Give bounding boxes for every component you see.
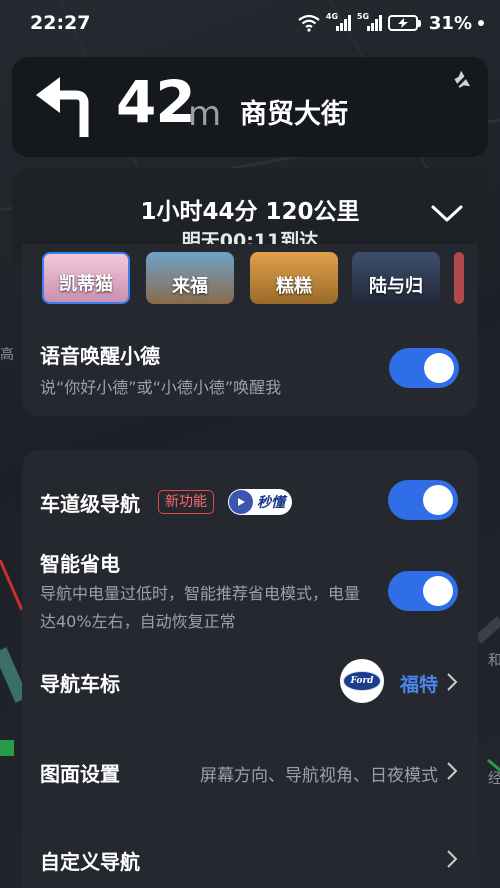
turn-instruction-card[interactable]: 42 m 商贸大街 — [12, 57, 488, 157]
turn-distance: 42 — [116, 68, 196, 136]
voice-pack-item[interactable]: 陆与归 — [352, 252, 440, 304]
quick-guide-badge[interactable]: 秒懂 — [228, 489, 292, 515]
street-name: 商贸大街 — [240, 99, 348, 130]
new-feature-badge: 新功能 — [158, 490, 214, 514]
power-save-title: 智能省电 — [40, 552, 120, 576]
battery-percent: 31% — [428, 12, 472, 34]
voice-broadcast-icon[interactable] — [452, 69, 474, 91]
voice-pack-item[interactable] — [454, 252, 464, 304]
chevron-right-icon[interactable] — [446, 672, 458, 692]
map-label: 和 — [488, 653, 500, 669]
custom-nav-title[interactable]: 自定义导航 — [40, 846, 140, 875]
power-save-toggle[interactable] — [388, 571, 458, 611]
map-label: 经 — [488, 771, 500, 787]
play-icon — [229, 490, 253, 514]
wifi-icon — [298, 14, 320, 32]
navigation-settings-card: 车道级导航 新功能 秒懂 智能省电 导航中电量过低时，智能推荐省电模式，电量达4… — [22, 450, 478, 888]
status-time: 22:27 — [30, 12, 91, 34]
status-icons: 4G 5G 31% — [298, 11, 484, 35]
lane-nav-title: 车道级导航 — [40, 492, 140, 516]
cellular-signal-icon: 4G — [326, 12, 351, 31]
chevron-down-icon[interactable] — [430, 204, 464, 224]
voice-wake-hint: 说“你好小德”或“小德小德”唤醒我 — [40, 378, 282, 397]
battery-icon — [387, 15, 421, 31]
car-icon-value[interactable]: 福特 — [400, 670, 438, 697]
voice-wake-title: 语音唤醒小德 — [40, 344, 160, 368]
turn-left-icon — [36, 77, 89, 137]
power-save-desc: 导航中电量过低时，智能推荐省电模式，电量达40%左右，自动恢复正常 — [40, 584, 361, 631]
trip-duration-distance: 1小时44分 120公里 — [140, 199, 360, 225]
distance-unit: m — [188, 94, 222, 134]
display-settings-value[interactable]: 屏幕方向、导航视角、日夜模式 — [200, 761, 438, 786]
voice-wake-toggle[interactable] — [389, 348, 459, 388]
chevron-right-icon[interactable] — [446, 849, 458, 869]
voice-settings-card: 凯蒂猫 来福 糕糕 陆与归 语音唤醒小德 说“你好小德”或“小德小德”唤醒我 — [22, 244, 478, 416]
chevron-right-icon[interactable] — [446, 761, 458, 781]
lane-nav-toggle[interactable] — [388, 480, 458, 520]
voice-pack-item[interactable]: 来福 — [146, 252, 234, 304]
car-icon-title: 导航车标 — [40, 672, 120, 696]
status-bar: 22:27 4G 5G 31% — [0, 0, 500, 46]
notification-dot-icon — [478, 20, 484, 26]
ford-logo: Ford — [340, 659, 384, 703]
display-settings-title: 图面设置 — [40, 762, 120, 786]
charging-bolt-icon — [397, 18, 408, 28]
map-label: 高 — [0, 347, 14, 363]
voice-pack-item[interactable]: 糕糕 — [250, 252, 338, 304]
voice-pack-item[interactable]: 凯蒂猫 — [42, 252, 130, 304]
cellular-signal-icon: 5G — [357, 12, 382, 31]
